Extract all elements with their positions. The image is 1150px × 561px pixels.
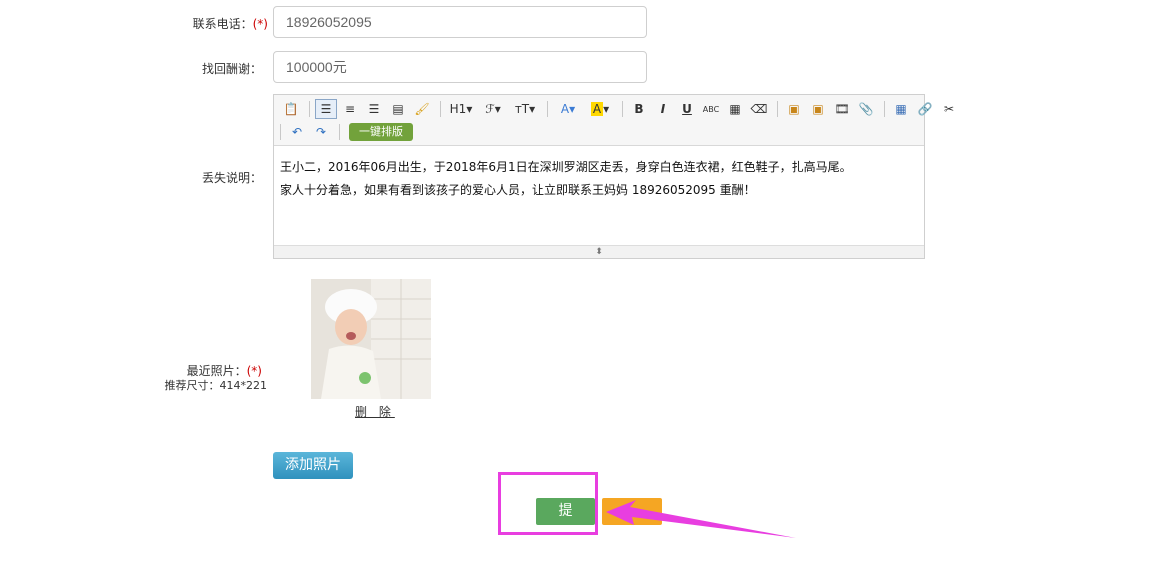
editor-content[interactable]: 王小二，2016年06月出生，于2018年6月1日在深圳罗湖区走丢，身穿白色连衣… (274, 146, 924, 246)
required-mark: (*) (252, 17, 268, 31)
font-size-button[interactable]: тT ▾ (510, 99, 540, 119)
description-line-2: 家人十分着急，如果有看到该孩子的爱心人员，让立即联系王妈妈 1892605209… (280, 183, 756, 197)
align-left-icon[interactable]: ☰ (315, 99, 337, 119)
separator (280, 124, 281, 140)
horizontal-rule-icon[interactable]: ▦ (724, 99, 746, 119)
child-photo (311, 279, 431, 399)
toolbar-row-1: 📋 ☰ ≡ ☰ ▤ 🖌 H1 ▾ ℱ ▾ тT ▾ A▾ A ▾ B I U ABC ▦… (280, 98, 962, 120)
separator (777, 101, 778, 117)
paste-icon[interactable]: 📋 (280, 99, 302, 119)
align-right-icon[interactable]: ☰ (363, 99, 385, 119)
description-line-1: 王小二，2016年06月出生，于2018年6月1日在深圳罗湖区走丢，身穿白色连衣… (280, 160, 852, 174)
editor-toolbar: 📋 ☰ ≡ ☰ ▤ 🖌 H1 ▾ ℱ ▾ тT ▾ A▾ A ▾ B I U ABC ▦… (274, 95, 954, 146)
heading-label: H1 (449, 102, 467, 116)
link-icon[interactable]: 🔗 (914, 99, 936, 119)
align-center-icon[interactable]: ≡ (339, 99, 361, 119)
reward-input[interactable]: 100000元 (273, 51, 647, 83)
highlight-box (498, 472, 598, 535)
required-mark: (*) (246, 364, 262, 378)
reward-input-value: 100000元 (286, 59, 347, 75)
undo-icon[interactable]: ↶ (286, 122, 308, 142)
description-label: 丢失说明： (201, 171, 262, 185)
secondary-button[interactable] (602, 498, 662, 525)
italic-button[interactable]: I (652, 99, 674, 119)
delete-photo-link[interactable]: 删 除 (355, 403, 395, 420)
reward-label: 找回酬谢： (201, 62, 262, 76)
editor-resize-handle[interactable]: ⬍ (274, 245, 924, 258)
highlight-color-icon[interactable]: A ▾ (585, 99, 615, 119)
bold-button[interactable]: B (628, 99, 650, 119)
separator (884, 101, 885, 117)
font-color-icon[interactable]: A▾ (553, 99, 583, 119)
one-key-layout-button[interactable]: 一键排版 (349, 123, 413, 141)
underline-button[interactable]: U (676, 99, 698, 119)
separator (547, 101, 548, 117)
separator (622, 101, 623, 117)
unlink-icon[interactable]: ✂ (938, 99, 960, 119)
strikethrough-button[interactable]: ABC (700, 99, 722, 119)
phone-input[interactable]: 18926052095 (273, 6, 647, 38)
eraser-icon[interactable]: ⌫ (748, 99, 770, 119)
font-family-button[interactable]: ℱ ▾ (478, 99, 508, 119)
separator (339, 124, 340, 140)
add-photo-button[interactable]: 添加照片 (273, 452, 353, 479)
align-justify-icon[interactable]: ▤ (387, 99, 409, 119)
phone-label: 联系电话：(*) (193, 15, 268, 32)
font-size-label: тT (514, 102, 530, 116)
separator (309, 101, 310, 117)
insert-video-icon[interactable]: 🎞 (831, 99, 853, 119)
attachment-icon[interactable]: 📎 (855, 99, 877, 119)
photo-illustration (311, 279, 431, 399)
redo-icon[interactable]: ↷ (310, 122, 332, 142)
format-brush-icon[interactable]: 🖌 (411, 99, 433, 119)
rich-text-editor[interactable]: 📋 ☰ ≡ ☰ ▤ 🖌 H1 ▾ ℱ ▾ тT ▾ A▾ A ▾ B I U ABC ▦… (273, 94, 954, 259)
table-icon[interactable]: ▦ (890, 99, 912, 119)
separator (440, 101, 441, 117)
heading-button[interactable]: H1 ▾ (446, 99, 476, 119)
font-family-label: ℱ (485, 102, 495, 116)
insert-image-icon[interactable]: ▣ (783, 99, 805, 119)
toolbar-row-2: ↶ ↷ 一键排版 (280, 121, 413, 143)
phone-label-text: 联系电话： (192, 17, 253, 31)
highlight-swatch: A (590, 102, 604, 116)
insert-multi-image-icon[interactable]: ▣ (807, 99, 829, 119)
photo-label-text: 最近照片： (186, 364, 247, 378)
resize-icon: ⬍ (595, 247, 603, 257)
phone-input-value: 18926052095 (286, 14, 372, 30)
size-hint: 推荐尺寸：414*221 (164, 379, 268, 392)
